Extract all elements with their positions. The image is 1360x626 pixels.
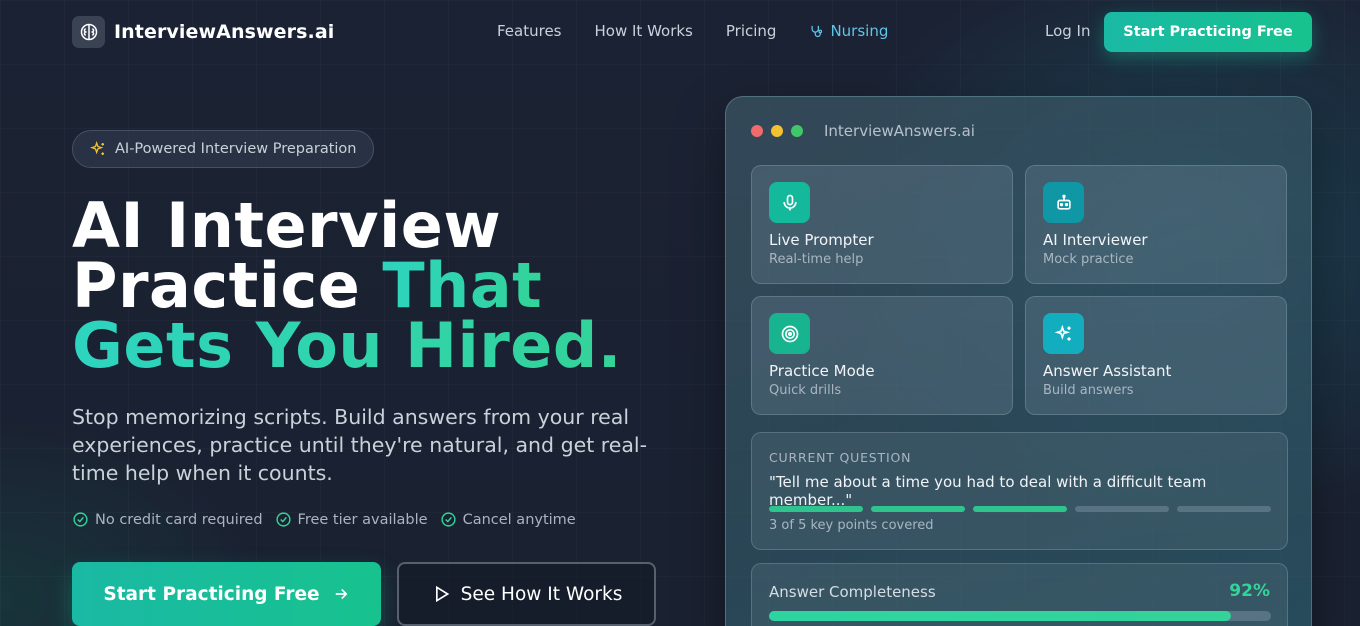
target-icon (769, 313, 810, 354)
play-icon (435, 585, 449, 603)
card-title: AI Interviewer (1043, 231, 1148, 249)
nav-start-practicing-button[interactable]: Start Practicing Free (1104, 12, 1312, 52)
check-label: Cancel anytime (462, 511, 576, 528)
check-label: No credit card required (95, 511, 263, 528)
brand-logo[interactable]: InterviewAnswers.ai (72, 16, 334, 48)
feature-checks: No credit card required Free tier availa… (72, 511, 576, 528)
stethoscope-icon (811, 25, 823, 37)
key-points-count: 3 of 5 key points covered (769, 518, 934, 533)
login-link[interactable]: Log In (1045, 22, 1091, 40)
sparkles-icon (1043, 313, 1084, 354)
nav-nursing-label: Nursing (830, 22, 889, 40)
question-text: "Tell me about a time you had to deal wi… (769, 473, 1207, 509)
card-title: Live Prompter (769, 231, 874, 249)
top-navigation: InterviewAnswers.ai Features How It Work… (0, 0, 1360, 64)
badge-label: AI-Powered Interview Preparation (115, 141, 357, 157)
nav-link-features[interactable]: Features (497, 22, 562, 40)
key-point-pending (1075, 506, 1169, 512)
check-item: No credit card required (72, 511, 263, 528)
check-item: Free tier available (275, 511, 428, 528)
nav-link-pricing[interactable]: Pricing (726, 22, 777, 40)
completeness-track (769, 611, 1271, 621)
robot-icon (1043, 182, 1084, 223)
key-point-covered (973, 506, 1067, 512)
answer-completeness-box: Answer Completeness 92% (751, 563, 1288, 626)
window-controls (751, 125, 803, 137)
card-title: Answer Assistant (1043, 362, 1172, 380)
card-subtitle: Quick drills (769, 383, 842, 398)
see-how-it-works-button[interactable]: See How It Works (397, 562, 656, 626)
check-circle-icon (440, 512, 456, 527)
card-live-prompter[interactable]: Live Prompter Real-time help (751, 165, 1013, 284)
start-practicing-button[interactable]: Start Practicing Free (72, 562, 381, 626)
check-item: Cancel anytime (440, 511, 576, 528)
close-dot (751, 125, 763, 137)
brand-name: InterviewAnswers.ai (114, 21, 335, 43)
card-practice-mode[interactable]: Practice Mode Quick drills (751, 296, 1013, 415)
minimize-dot (771, 125, 783, 137)
nav-link-how-it-works[interactable]: How It Works (595, 22, 693, 40)
card-title: Practice Mode (769, 362, 875, 380)
sparkles-icon (90, 141, 104, 155)
current-question-box: CURRENT QUESTION "Tell me about a time y… (751, 432, 1288, 550)
check-circle-icon (73, 512, 88, 527)
card-subtitle: Build answers (1043, 383, 1134, 398)
microphone-icon (769, 182, 810, 223)
maximize-dot (791, 125, 803, 137)
key-point-covered (871, 506, 965, 512)
hero-headline: AI Interview Practice That Gets You Hire… (72, 195, 622, 377)
see-how-label: See How It Works (460, 583, 623, 605)
key-points-progress (769, 506, 1271, 512)
nav-links: Features How It Works Pricing Nursing (497, 22, 888, 40)
card-subtitle: Mock practice (1043, 252, 1134, 267)
card-answer-assistant[interactable]: Answer Assistant Build answers (1025, 296, 1287, 415)
arrow-right-icon (335, 588, 348, 600)
check-circle-icon (275, 512, 291, 527)
card-subtitle: Real-time help (769, 252, 864, 267)
completeness-label: Answer Completeness (769, 583, 936, 601)
brain-icon (72, 16, 105, 48)
nav-link-nursing[interactable]: Nursing (809, 22, 888, 40)
hero-subtitle: Stop memorizing scripts. Build answers f… (72, 405, 648, 485)
start-practicing-label: Start Practicing Free (103, 583, 320, 605)
key-point-covered (769, 506, 863, 512)
completeness-fill (769, 611, 1231, 621)
headline-line-3: Gets You Hired. (72, 309, 622, 382)
panel-title: InterviewAnswers.ai (824, 122, 975, 140)
check-label: Free tier available (297, 511, 428, 528)
app-preview-panel: InterviewAnswers.ai Live Prompter Real-t… (725, 96, 1312, 626)
key-point-pending (1177, 506, 1271, 512)
question-label: CURRENT QUESTION (769, 450, 912, 465)
card-ai-interviewer[interactable]: AI Interviewer Mock practice (1025, 165, 1287, 284)
ai-badge: AI-Powered Interview Preparation (72, 130, 375, 168)
completeness-value: 92% (1229, 581, 1270, 601)
